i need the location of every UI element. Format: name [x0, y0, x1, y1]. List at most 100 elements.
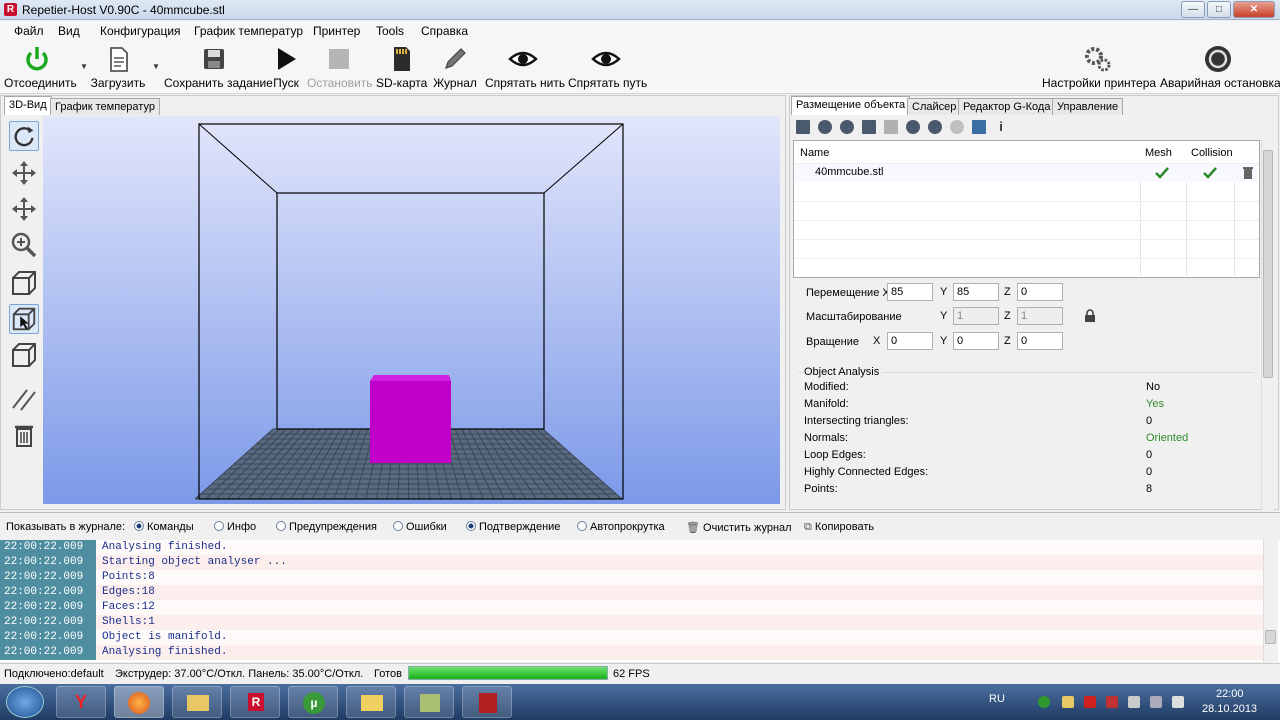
- trash-icon[interactable]: [1242, 166, 1254, 179]
- close-button[interactable]: ✕: [1233, 1, 1275, 18]
- tray-antivirus-icon[interactable]: [1084, 696, 1096, 708]
- move-icon[interactable]: [9, 158, 39, 188]
- zoom-icon[interactable]: [9, 230, 39, 260]
- tray-flag-icon[interactable]: [1128, 696, 1140, 708]
- filter-acks[interactable]: Подтверждение: [466, 521, 560, 533]
- filter-warnings[interactable]: Предупреждения: [276, 521, 377, 533]
- emergency-stop-button[interactable]: Аварийная остановка: [1160, 44, 1280, 90]
- move-x-field[interactable]: 85: [887, 283, 933, 301]
- log-button[interactable]: Журнал: [432, 44, 478, 90]
- copy-log-button[interactable]: ⧉ Копировать: [804, 521, 874, 534]
- trash-icon[interactable]: [9, 420, 39, 450]
- parallel-lines-icon[interactable]: [9, 384, 39, 414]
- move-z-field[interactable]: 0: [1017, 283, 1063, 301]
- grid-icon[interactable]: [884, 120, 898, 134]
- printer-settings-button[interactable]: Настройки принтера: [1042, 44, 1156, 90]
- filter-errors[interactable]: Ошибки: [393, 521, 447, 533]
- view-iso-icon[interactable]: [9, 268, 39, 298]
- clock-date[interactable]: 28.10.2013: [1202, 703, 1257, 715]
- column-header-collision[interactable]: Collision: [1191, 147, 1233, 159]
- filter-autoscroll[interactable]: Автопрокрутка: [577, 521, 665, 533]
- folder-icon[interactable]: [172, 686, 222, 718]
- tray-volume-icon[interactable]: [1172, 696, 1184, 708]
- notes-icon[interactable]: [404, 686, 454, 718]
- move-y-field[interactable]: 85: [953, 283, 999, 301]
- column-header-name[interactable]: Name: [800, 147, 829, 159]
- info-icon[interactable]: i: [994, 120, 1008, 134]
- load-button[interactable]: Загрузить: [90, 44, 146, 90]
- tray-app-icon[interactable]: [1106, 696, 1118, 708]
- analysis-value: 0: [1146, 466, 1153, 478]
- tray-utorrent-icon[interactable]: [1038, 696, 1050, 708]
- scrollbar-thumb[interactable]: [1265, 630, 1276, 644]
- explorer-icon[interactable]: [346, 686, 396, 718]
- column-header-mesh[interactable]: Mesh: [1145, 147, 1172, 159]
- menu-tools[interactable]: Tools: [376, 24, 404, 38]
- 3d-viewport[interactable]: [43, 116, 780, 504]
- hide-thread-button[interactable]: Спрятать нить: [485, 44, 565, 90]
- view-front-icon[interactable]: [9, 304, 39, 334]
- stop-button[interactable]: Остановить: [307, 44, 373, 90]
- app-icon[interactable]: [462, 686, 512, 718]
- menu-temp-graph[interactable]: График температур: [194, 24, 303, 38]
- menu-file[interactable]: Файл: [14, 24, 44, 38]
- rotate-y-field[interactable]: 0: [953, 332, 999, 350]
- clock-time[interactable]: 22:00: [1216, 688, 1244, 700]
- scrollbar[interactable]: [1261, 140, 1274, 510]
- utorrent-icon[interactable]: µ: [288, 686, 338, 718]
- tray-monitor-icon[interactable]: [1150, 696, 1162, 708]
- firefox-icon[interactable]: [114, 686, 164, 718]
- table-row[interactable]: 40mmcube.stl: [795, 164, 1258, 182]
- scale-y-field[interactable]: 1: [953, 307, 999, 325]
- move-object-icon[interactable]: [9, 194, 39, 224]
- language-indicator[interactable]: RU: [989, 693, 1005, 705]
- filter-errors-label: Ошибки: [406, 521, 447, 533]
- clear-log-button[interactable]: 🗑 Очистить журнал: [686, 521, 792, 534]
- drop-down-icon[interactable]: [928, 120, 942, 134]
- rotate-icon[interactable]: [9, 121, 39, 151]
- menu-help[interactable]: Справка: [421, 24, 468, 38]
- chevron-down-icon[interactable]: ▼: [80, 62, 88, 71]
- disconnect-button[interactable]: Отсоединить: [4, 44, 77, 90]
- copy-icon: ⧉: [804, 521, 812, 533]
- log-scrollbar[interactable]: [1263, 540, 1278, 662]
- lock-icon[interactable]: [1084, 309, 1096, 322]
- add-icon[interactable]: [818, 120, 832, 134]
- tab-3d-view[interactable]: 3D-Вид: [4, 96, 52, 115]
- cube-object[interactable]: [370, 381, 451, 463]
- sdcard-button[interactable]: SD-карта: [376, 44, 427, 90]
- yandex-browser-icon[interactable]: Y: [56, 686, 106, 718]
- repetier-icon[interactable]: R: [230, 686, 280, 718]
- menu-printer[interactable]: Принтер: [313, 24, 360, 38]
- minimize-button[interactable]: —: [1181, 1, 1205, 18]
- save-job-button[interactable]: Сохранить задание: [164, 44, 273, 90]
- view-tools: [5, 116, 41, 506]
- tab-gcode-editor[interactable]: Редактор G-Кода: [958, 98, 1056, 115]
- view-top-icon[interactable]: [9, 340, 39, 370]
- ready-status: Готов: [374, 668, 402, 680]
- tab-slicer[interactable]: Слайсер: [907, 98, 962, 115]
- tab-control[interactable]: Управление: [1052, 98, 1124, 115]
- scrollbar-thumb[interactable]: [1263, 150, 1273, 378]
- land-icon[interactable]: [972, 120, 986, 134]
- hide-path-button[interactable]: Спрятать путь: [568, 44, 647, 90]
- tab-temp-graph[interactable]: График температур: [50, 98, 160, 115]
- scale-z-field[interactable]: 1: [1017, 307, 1063, 325]
- maximize-button[interactable]: □: [1207, 1, 1231, 18]
- tray-folder-icon[interactable]: [1062, 696, 1074, 708]
- rotate-z-field[interactable]: 0: [1017, 332, 1063, 350]
- filter-info[interactable]: Инфо: [214, 521, 256, 533]
- filter-commands[interactable]: Команды: [134, 521, 194, 533]
- start-button[interactable]: [6, 686, 44, 718]
- tab-object-placement[interactable]: Размещение объекта: [791, 96, 911, 115]
- menu-config[interactable]: Конфигурация: [100, 24, 181, 38]
- chevron-down-icon[interactable]: ▼: [152, 62, 160, 71]
- menu-view[interactable]: Вид: [58, 24, 80, 38]
- cut-icon[interactable]: [950, 120, 964, 134]
- remove-icon[interactable]: [840, 120, 854, 134]
- save-icon[interactable]: [796, 120, 810, 134]
- rotate-x-field[interactable]: 0: [887, 332, 933, 350]
- center-icon[interactable]: [906, 120, 920, 134]
- copy-icon[interactable]: [862, 120, 876, 134]
- start-button[interactable]: Пуск: [270, 44, 302, 90]
